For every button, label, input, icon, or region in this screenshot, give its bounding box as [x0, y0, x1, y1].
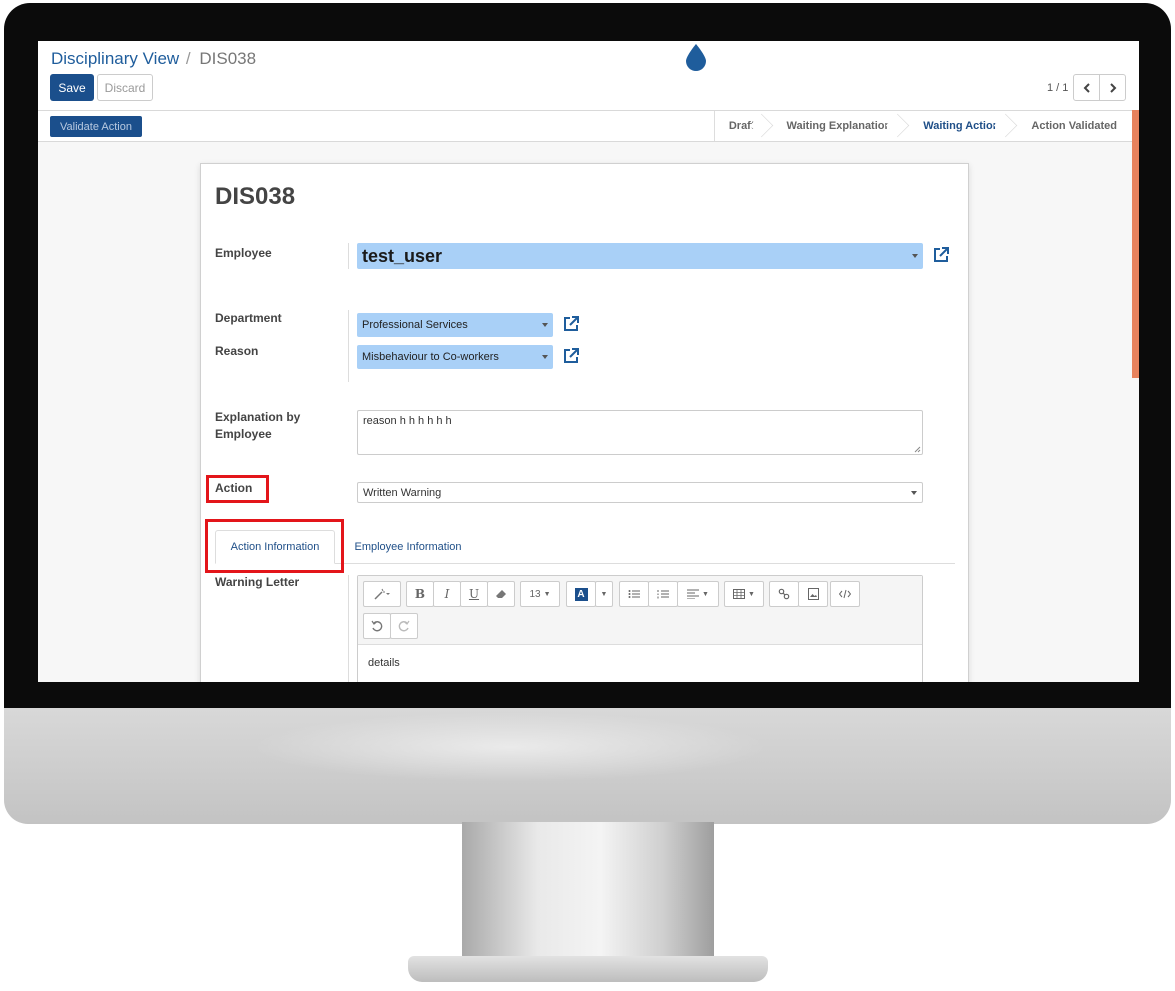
monitor-chin-shine	[250, 712, 770, 782]
monitor-stand-base	[408, 956, 768, 982]
divider	[348, 310, 349, 382]
screen: Disciplinary View / DIS038 Save Discard …	[38, 41, 1139, 682]
chevron-left-icon	[1083, 82, 1090, 93]
italic-icon: I	[444, 587, 450, 601]
employee-label: Employee	[215, 246, 272, 260]
stage-action-validated[interactable]: Action Validated	[1011, 111, 1129, 141]
caret-down-icon: ▼	[702, 590, 709, 598]
action-select[interactable]: Written Warning	[357, 482, 923, 503]
record-title: DIS038	[215, 183, 296, 210]
image-icon	[807, 588, 819, 600]
scroll-indicator[interactable]	[1132, 110, 1139, 378]
department-select[interactable]: Professional Services	[357, 313, 553, 337]
pager-counter: 1 / 1	[1047, 82, 1069, 94]
control-panel: Disciplinary View / DIS038 Save Discard …	[38, 41, 1139, 111]
external-link-icon[interactable]	[932, 246, 950, 264]
caret-down-icon: ▼	[543, 590, 551, 598]
explanation-value: reason h h h h h h	[363, 415, 452, 427]
table-dropdown-button[interactable]: ▼	[724, 581, 764, 607]
tab-employee-information[interactable]: Employee Information	[348, 530, 468, 564]
pager-next-button[interactable]	[1099, 74, 1126, 101]
stage-waiting-explanation[interactable]: Waiting Explanation	[767, 111, 904, 141]
external-link-icon[interactable]	[562, 315, 580, 333]
explanation-label: Explanation by Employee	[215, 409, 300, 443]
status-bar: Validate Action Draft Waiting Explanatio…	[38, 110, 1139, 142]
department-value: Professional Services	[362, 319, 468, 331]
link-button[interactable]	[769, 581, 799, 607]
caret-down-icon	[911, 490, 917, 495]
validate-action-button[interactable]: Validate Action	[50, 116, 142, 137]
font-color-icon: A	[574, 587, 588, 601]
font-size-dropdown-button[interactable]: 13 ▼	[520, 581, 560, 607]
text-color-dropdown-button[interactable]: ▼	[595, 581, 613, 607]
caret-down-icon	[542, 355, 548, 359]
text-color-button[interactable]: A	[566, 581, 596, 607]
underline-button[interactable]: U	[460, 581, 488, 607]
reason-select[interactable]: Misbehaviour to Co-workers	[357, 345, 553, 369]
external-link-icon[interactable]	[562, 347, 580, 365]
action-value: Written Warning	[363, 486, 442, 499]
stage-pipeline: Draft Waiting Explanation Waiting Action…	[713, 111, 1129, 141]
bullet-list-icon	[628, 590, 640, 598]
eraser-button[interactable]	[487, 581, 515, 607]
numbered-list-button[interactable]	[648, 581, 678, 607]
annotation-highlight	[206, 475, 269, 503]
divider	[348, 575, 349, 682]
drop-icon	[686, 44, 706, 71]
bullet-list-button[interactable]	[619, 581, 649, 607]
style-dropdown-button[interactable]	[363, 581, 401, 607]
reason-label: Reason	[215, 344, 259, 358]
explanation-label-line1: Explanation by	[215, 410, 301, 424]
breadcrumb: Disciplinary View / DIS038	[51, 49, 256, 69]
reason-value: Misbehaviour to Co-workers	[362, 351, 499, 363]
explanation-textarea[interactable]: reason h h h h h h	[357, 410, 923, 455]
redo-button[interactable]	[390, 613, 418, 639]
divider	[348, 243, 349, 269]
align-dropdown-button[interactable]: ▼	[677, 581, 719, 607]
underline-icon: U	[468, 587, 480, 601]
italic-button[interactable]: I	[433, 581, 461, 607]
department-label: Department	[215, 311, 282, 325]
image-button[interactable]	[798, 581, 828, 607]
bold-button[interactable]: B	[406, 581, 434, 607]
resize-grip-icon[interactable]	[913, 445, 921, 453]
pager-previous-button[interactable]	[1073, 74, 1100, 101]
stage-waiting-action[interactable]: Waiting Action	[903, 111, 1011, 141]
breadcrumb-separator: /	[185, 49, 191, 68]
save-button[interactable]: Save	[50, 74, 94, 101]
chevron-right-icon	[1109, 82, 1116, 93]
table-icon	[733, 589, 746, 599]
code-icon	[839, 589, 851, 599]
breadcrumb-current: DIS038	[199, 49, 257, 68]
discard-button[interactable]: Discard	[97, 74, 153, 101]
caret-down-icon	[912, 254, 918, 258]
breadcrumb-parent[interactable]: Disciplinary View	[51, 49, 179, 68]
caret-down-icon	[542, 323, 548, 327]
warning-letter-editor: B I U 13 ▼ A ▼ ▼ ▼ details	[357, 575, 923, 682]
undo-icon	[371, 620, 383, 632]
bold-icon: B	[414, 587, 426, 601]
eraser-icon	[496, 590, 506, 598]
employee-value: test_user	[362, 245, 443, 266]
redo-icon	[398, 620, 410, 632]
monitor-stand	[462, 822, 714, 958]
code-view-button[interactable]	[830, 581, 860, 607]
numbered-list-icon	[657, 590, 669, 599]
font-size-value: 13	[529, 588, 541, 600]
tab-action-information[interactable]: Action Information	[215, 530, 335, 564]
warning-letter-label: Warning Letter	[215, 575, 300, 589]
stage-draft[interactable]: Draft	[715, 111, 767, 141]
align-left-icon	[687, 589, 700, 599]
undo-button[interactable]	[363, 613, 391, 639]
employee-select[interactable]: test_user	[357, 243, 923, 269]
editor-toolbar: B I U 13 ▼ A ▼ ▼ ▼	[358, 576, 922, 645]
editor-content[interactable]: details	[368, 657, 400, 669]
link-icon	[778, 588, 790, 600]
form-sheet: DIS038 Employee test_user Department Pro…	[200, 163, 969, 682]
explanation-label-line2: Employee	[215, 427, 272, 441]
caret-down-icon: ▼	[600, 590, 608, 598]
caret-down-icon: ▼	[748, 590, 755, 598]
magic-wand-icon	[374, 588, 390, 600]
